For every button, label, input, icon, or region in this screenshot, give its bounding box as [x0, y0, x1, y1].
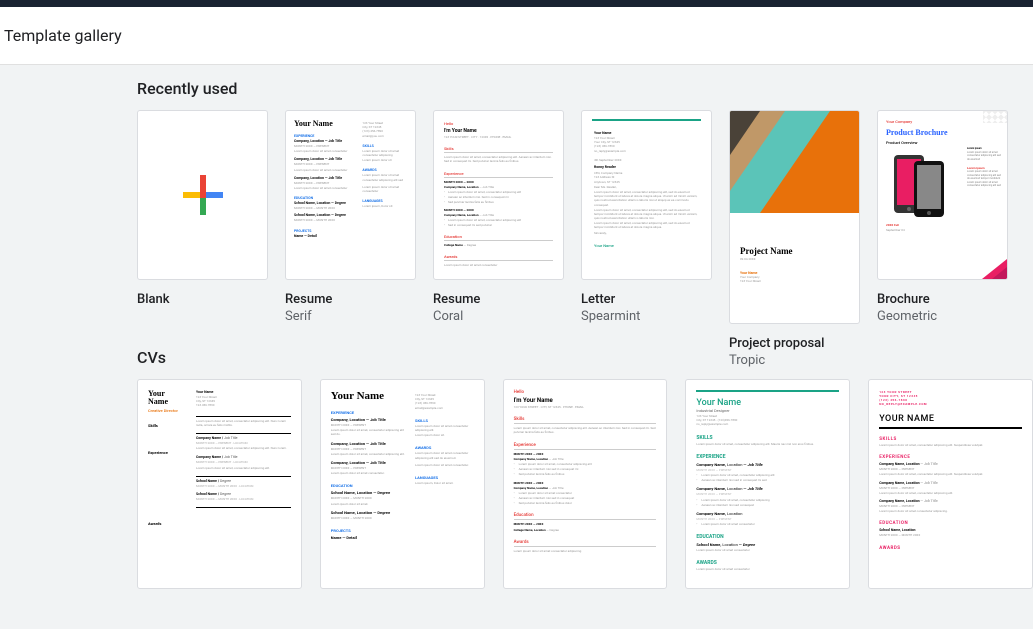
template-name: Resume [433, 292, 564, 307]
template-thumb-blank[interactable] [137, 110, 268, 280]
content-area: Recently used Blank [0, 65, 1033, 589]
template-cv-serif[interactable]: Your Name EXPERIENCE Company, Location —… [320, 379, 485, 589]
template-subtitle: Geometric [877, 309, 1008, 324]
template-subtitle: Spearmint [581, 309, 712, 324]
template-thumb-resume-coral[interactable]: Hello I'm Your Name 123 YOUR STREET · CI… [433, 110, 564, 280]
template-cv-swiss[interactable]: YourName Creative Director Skills Experi… [137, 379, 302, 589]
page-header: Template gallery [0, 7, 1033, 65]
plus-icon [138, 111, 267, 279]
template-project-proposal[interactable]: Project Name 09.04.20XX Your Name Your C… [729, 110, 860, 324]
template-thumb-resume-serif[interactable]: Your Name EXPERIENCE Company, Location —… [285, 110, 416, 280]
window-topbar [0, 0, 1033, 7]
template-cv-spearmint[interactable]: Your Name Industrial Designer 123 Your S… [685, 379, 850, 589]
template-thumb-brochure[interactable]: Your Company Product Brochure Product Ov… [877, 110, 1008, 280]
template-resume-coral[interactable]: Hello I'm Your Name 123 YOUR STREET · CI… [433, 110, 564, 324]
section-title-cvs: CVs [137, 348, 1033, 367]
template-subtitle: Coral [433, 309, 564, 324]
template-name: Brochure [877, 292, 1008, 307]
template-cv-coral[interactable]: Hello I'm Your Name 123 YOUR STREET · CI… [503, 379, 668, 589]
recent-templates-row: Blank Your Name EXPERIENCE Company, Loca… [0, 110, 1033, 324]
template-name: Project proposal [729, 336, 860, 351]
template-letter-spearmint[interactable]: Your Name 123 Your StreetYour City, ST 1… [581, 110, 712, 324]
template-subtitle: Tropic [729, 353, 860, 368]
template-thumb-letter[interactable]: Your Name 123 Your StreetYour City, ST 1… [581, 110, 712, 280]
template-name: Letter [581, 292, 712, 307]
page-title: Template gallery [4, 26, 122, 45]
template-name: Resume [285, 292, 416, 307]
section-title-recent: Recently used [137, 79, 1033, 98]
template-thumb-proposal[interactable]: Project Name 09.04.20XX Your Name Your C… [729, 110, 860, 324]
template-subtitle: Serif [285, 309, 416, 324]
template-resume-serif[interactable]: Your Name EXPERIENCE Company, Location —… [285, 110, 416, 324]
template-name: Blank [137, 292, 268, 307]
template-blank[interactable]: Blank [137, 110, 268, 324]
template-cv-modern[interactable]: 123 YOUR STREETYOUR CITY, ST 12345(123) … [868, 379, 1033, 589]
template-brochure[interactable]: Your Company Product Brochure Product Ov… [877, 110, 1008, 324]
cv-templates-row: YourName Creative Director Skills Experi… [0, 379, 1033, 589]
